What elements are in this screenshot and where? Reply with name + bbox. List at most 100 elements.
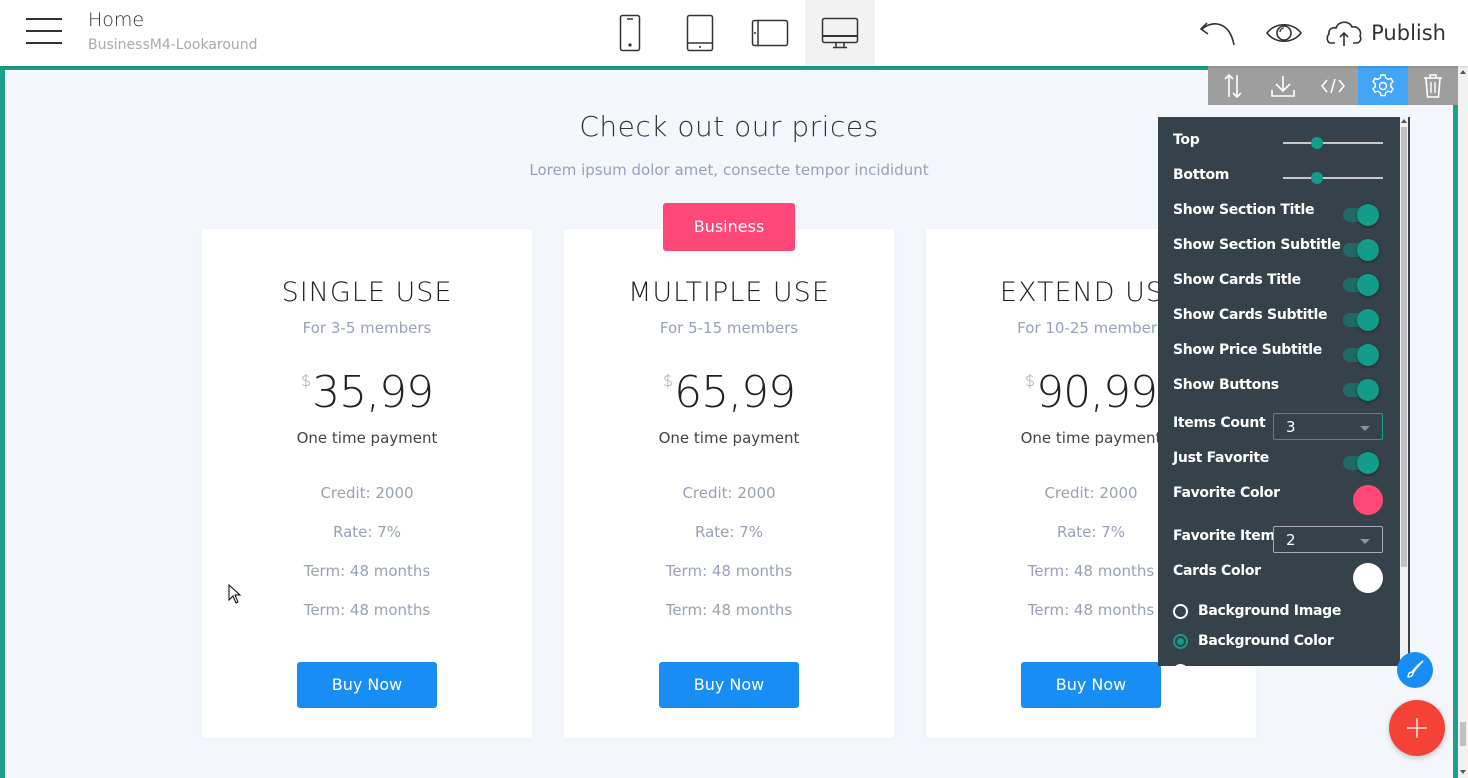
plus-icon xyxy=(1407,718,1427,738)
block-toolbar xyxy=(1208,66,1458,105)
slider-knob[interactable] xyxy=(1311,172,1323,184)
slider-knob[interactable] xyxy=(1311,137,1323,149)
scroll-up-icon[interactable] xyxy=(1460,70,1466,74)
price-subtitle[interactable]: One time payment xyxy=(202,429,532,447)
favorite-badge[interactable]: Business xyxy=(663,203,795,251)
currency-symbol: $ xyxy=(300,371,311,390)
radio-button[interactable] xyxy=(1173,664,1188,666)
panel-scrollbar[interactable] xyxy=(1400,117,1408,666)
setting-show-section-subtitle: Show Section Subtitle xyxy=(1173,230,1383,261)
favorite-color-swatch[interactable] xyxy=(1353,485,1383,515)
feature-item[interactable]: Term: 48 months xyxy=(202,562,532,601)
setting-favorite-color: Favorite Color xyxy=(1173,478,1383,518)
radio-background-color[interactable]: Background Color xyxy=(1173,628,1383,654)
delete-block-button[interactable] xyxy=(1408,66,1458,105)
setting-label: Show Section Title xyxy=(1173,202,1315,218)
menu-button[interactable] xyxy=(26,16,62,46)
feature-item[interactable]: Term: 48 months xyxy=(564,562,894,601)
tablet-landscape-icon xyxy=(751,19,789,47)
currency-symbol: $ xyxy=(1024,371,1035,390)
trash-icon xyxy=(1424,73,1442,98)
undo-button[interactable] xyxy=(1185,0,1251,66)
toggle-switch[interactable] xyxy=(1343,204,1379,226)
card-subtitle[interactable]: For 5-15 members xyxy=(564,319,894,337)
scrollbar-thumb[interactable] xyxy=(1460,722,1466,746)
setting-top-padding: Top xyxy=(1173,125,1383,155)
toggle-switch[interactable] xyxy=(1343,239,1379,261)
items-count-select[interactable]: 3 xyxy=(1273,413,1383,440)
radio-background-image[interactable]: Background Image xyxy=(1173,598,1383,624)
radio-button[interactable] xyxy=(1173,634,1188,649)
scroll-down-icon[interactable] xyxy=(1460,770,1466,774)
card-price[interactable]: $35,99 xyxy=(202,367,532,418)
toggle-switch[interactable] xyxy=(1343,379,1379,401)
scrollbar-thumb[interactable] xyxy=(1401,127,1407,567)
chevron-down-icon xyxy=(1360,426,1370,431)
device-tablet-button[interactable] xyxy=(665,0,735,66)
preview-button[interactable] xyxy=(1251,0,1317,66)
reorder-button[interactable] xyxy=(1208,66,1258,105)
toggle-knob xyxy=(1357,379,1379,401)
feature-item[interactable]: Term: 48 months xyxy=(202,601,532,640)
feature-item[interactable]: Credit: 2000 xyxy=(564,484,894,523)
feature-list: Credit: 2000 Rate: 7% Term: 48 months Te… xyxy=(564,484,894,640)
setting-label: Show Price Subtitle xyxy=(1173,342,1322,358)
toggle-switch[interactable] xyxy=(1343,309,1379,331)
add-block-button[interactable] xyxy=(1389,700,1445,756)
scroll-up-icon[interactable] xyxy=(1401,119,1407,123)
feature-list: Credit: 2000 Rate: 7% Term: 48 months Te… xyxy=(202,484,532,640)
code-button[interactable] xyxy=(1308,66,1358,105)
radio-background-more[interactable] xyxy=(1173,658,1383,666)
buy-now-button[interactable]: Buy Now xyxy=(297,662,437,708)
toggle-switch[interactable] xyxy=(1343,452,1379,474)
save-block-button[interactable] xyxy=(1258,66,1308,105)
card-price[interactable]: $65,99 xyxy=(564,367,894,418)
block-settings-panel: Top Bottom Show Section Title Show Secti… xyxy=(1158,117,1410,666)
setting-items-count: Items Count 3 xyxy=(1173,408,1383,440)
feature-item[interactable]: Credit: 2000 xyxy=(202,484,532,523)
cards-color-swatch[interactable] xyxy=(1353,563,1383,593)
setting-favorite-item: Favorite Item 2 xyxy=(1173,521,1383,553)
setting-label: Favorite Color xyxy=(1173,485,1280,501)
publish-button[interactable]: Publish xyxy=(1317,0,1468,66)
device-desktop-button[interactable] xyxy=(805,0,875,66)
setting-label: Favorite Item xyxy=(1173,528,1275,544)
favorite-item-select[interactable]: 2 xyxy=(1273,526,1383,553)
toggle-knob xyxy=(1357,309,1379,331)
menu-icon-line xyxy=(26,18,62,20)
settings-button[interactable] xyxy=(1358,66,1408,105)
buy-now-button[interactable]: Buy Now xyxy=(659,662,799,708)
setting-label: Cards Color xyxy=(1173,563,1261,579)
buy-now-button[interactable]: Buy Now xyxy=(1021,662,1161,708)
phone-icon xyxy=(619,14,641,52)
setting-label: Just Favorite xyxy=(1173,450,1270,466)
tablet-icon xyxy=(686,14,714,52)
toggle-switch[interactable] xyxy=(1343,274,1379,296)
setting-show-section-title: Show Section Title xyxy=(1173,195,1383,226)
chevron-down-icon xyxy=(1360,539,1370,544)
code-icon xyxy=(1320,78,1346,93)
card-title[interactable]: MULTIPLE USE xyxy=(564,277,894,308)
feature-item[interactable]: Term: 48 months xyxy=(564,601,894,640)
page-scrollbar[interactable] xyxy=(1458,66,1468,778)
card-subtitle[interactable]: For 3-5 members xyxy=(202,319,532,337)
device-tablet-landscape-button[interactable] xyxy=(735,0,805,66)
top-padding-slider[interactable] xyxy=(1283,136,1383,150)
toggle-switch[interactable] xyxy=(1343,344,1379,366)
currency-symbol: $ xyxy=(662,371,673,390)
desktop-icon xyxy=(821,17,859,49)
setting-show-cards-subtitle: Show Cards Subtitle xyxy=(1173,300,1383,331)
radio-button[interactable] xyxy=(1173,604,1188,619)
toggle-knob xyxy=(1357,239,1379,261)
device-mobile-button[interactable] xyxy=(595,0,665,66)
feature-item[interactable]: Rate: 7% xyxy=(202,523,532,562)
bottom-padding-slider[interactable] xyxy=(1283,171,1383,185)
style-editor-button[interactable] xyxy=(1397,652,1433,688)
project-name: BusinessM4-Lookaround xyxy=(88,37,258,53)
card-title[interactable]: SINGLE USE xyxy=(202,277,532,308)
feature-item[interactable]: Rate: 7% xyxy=(564,523,894,562)
price-subtitle[interactable]: One time payment xyxy=(564,429,894,447)
setting-cards-color: Cards Color xyxy=(1173,556,1383,596)
page-title[interactable]: Home xyxy=(88,9,144,31)
pricing-card-favorite: Business MULTIPLE USE For 5-15 members $… xyxy=(564,203,894,738)
